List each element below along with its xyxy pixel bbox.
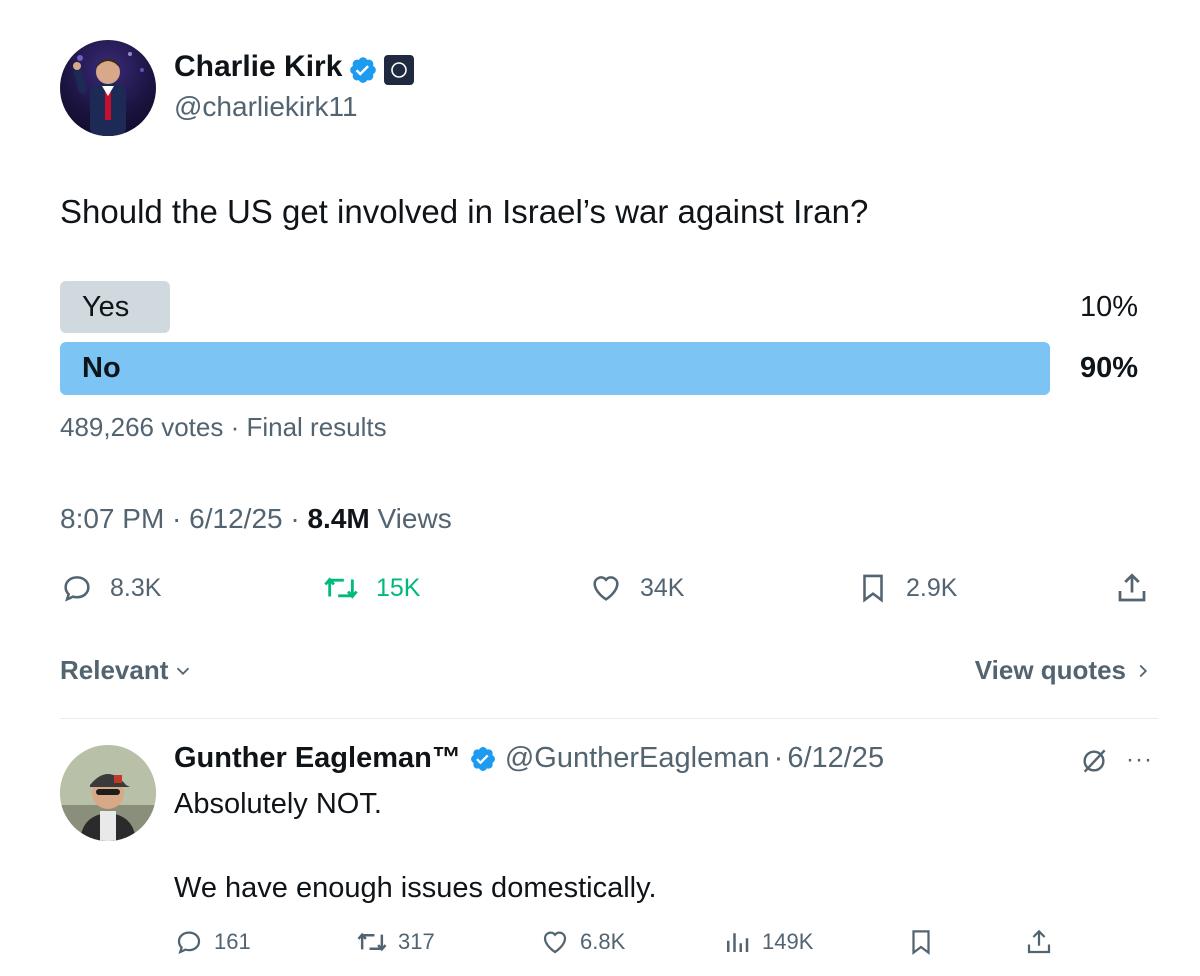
reply-button[interactable]: 8.3K [60,568,161,608]
chevron-right-icon [1139,664,1148,677]
verified-badge-icon [348,55,378,90]
like-button[interactable]: 34K [588,568,684,608]
author-avatar[interactable] [60,40,156,136]
reply-author-name[interactable]: Gunther Eagleman™ [174,742,461,775]
tweet-date[interactable]: 6/12/25 [189,503,282,534]
reply-icon [64,576,90,602]
sort-relevant-dropdown[interactable]: Relevant [60,655,194,686]
bookmark-icon [912,930,930,955]
author-handle[interactable]: @charliekirk11 [174,91,358,123]
reply-views-count: 149K [762,929,814,954]
reply-repost-button[interactable]: 317 [356,925,435,959]
poll-option-yes-label: Yes [82,291,130,323]
poll-option-no-percent: 90% [1079,352,1138,384]
more-options-icon[interactable]: ··· [1126,746,1153,774]
reply-author-avatar[interactable] [60,745,156,841]
poll-status: Final results [246,412,387,442]
like-count: 34K [640,573,685,602]
reply-text-line-2: We have enough issues domestically. [174,872,657,904]
chevron-down-icon [177,667,190,675]
repost-icon [324,577,358,599]
view-quotes-link[interactable]: View quotes [975,655,1154,686]
reply-separator: · [773,742,784,774]
heart-icon [593,576,619,601]
grok-icon[interactable] [1078,745,1110,782]
bookmark-button[interactable]: 2.9K [856,568,957,608]
view-quotes-label: View quotes [974,655,1126,685]
poll-votes: 489,266 votes [60,412,224,442]
reply-views-button[interactable]: 149K [722,925,813,959]
share-icon [1118,573,1146,602]
verified-badge-icon [470,746,495,771]
poll-option-no-label: No [82,352,121,384]
repost-icon [357,932,387,952]
reply-author-handle[interactable]: @GuntherEagleman [505,742,770,775]
tweet-time[interactable]: 8:07 PM [60,503,164,534]
repost-button[interactable]: 15K [322,568,420,608]
tweet-text: Should the US get involved in Israel’s w… [60,193,869,230]
reply-like-count: 6.8K [580,929,626,954]
poll-meta-separator: · [223,412,247,442]
views-label: Views [377,503,452,534]
share-icon [1027,929,1051,954]
sort-label: Relevant [60,655,169,685]
reply-repost-count: 317 [398,929,435,954]
bookmark-icon [863,574,883,603]
divider [60,718,1158,719]
reply-header: Gunther Eagleman™ @GuntherEagleman · 6/1… [174,742,884,775]
reply-reply-button[interactable]: 161 [174,925,251,959]
bookmark-count: 2.9K [906,573,958,602]
reply-date[interactable]: 6/12/25 [787,742,884,775]
reply-like-button[interactable]: 6.8K [540,925,625,959]
reply-text-line-1: Absolutely NOT. [174,788,382,820]
poll-option-yes-percent: 10% [1079,291,1138,323]
affiliation-badge-icon[interactable] [384,55,414,85]
poll-meta: 489,266 votes · Final results [60,412,387,443]
views-count: 8.4M [307,503,370,534]
reply-count: 8.3K [110,573,162,602]
reply-bookmark-button[interactable] [906,925,936,959]
share-button[interactable] [1114,568,1150,608]
tweet-timestamp: 8:07 PM · 6/12/25 · 8.4M Views [60,503,452,534]
poll-option-no-bar [60,342,1050,395]
reply-share-button[interactable] [1024,925,1054,959]
reply-reply-count: 161 [214,929,251,954]
author-name[interactable]: Charlie Kirk [174,50,342,84]
heart-icon [543,931,567,954]
repost-count: 15K [376,573,421,602]
views-chart-icon [727,933,749,952]
reply-icon [177,931,201,955]
